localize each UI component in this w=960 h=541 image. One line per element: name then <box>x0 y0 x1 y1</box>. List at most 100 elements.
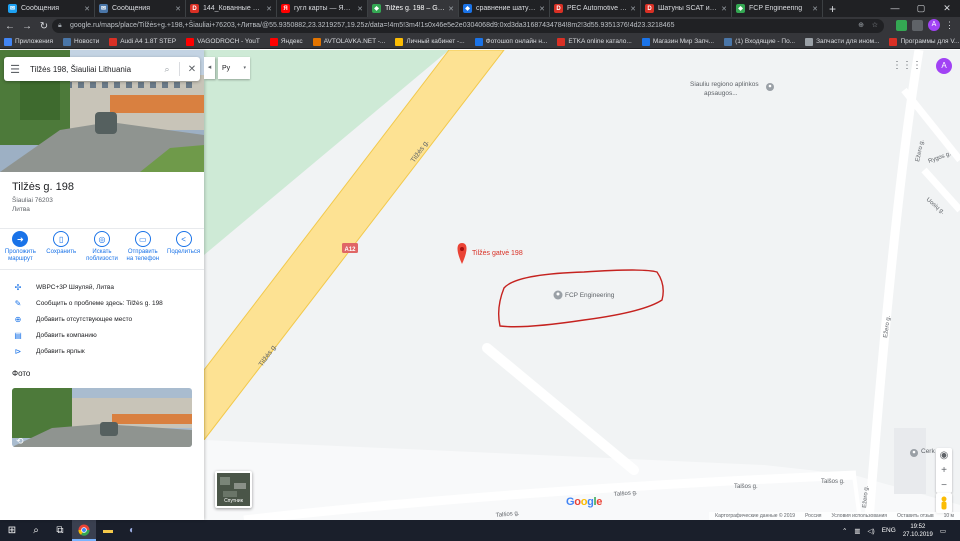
bookmark-item[interactable]: Личный кабинет -... <box>395 37 465 46</box>
minimize-icon[interactable]: — <box>882 0 908 17</box>
env-poi-label-line1[interactable]: Siauliu regiono aplinkos <box>690 81 759 88</box>
keyboard-language[interactable]: ENG <box>882 527 896 534</box>
collapse-panel-button[interactable]: ◂ <box>204 57 215 79</box>
browser-tab[interactable]: Ягугл карты — Яндекс✕ <box>277 0 368 17</box>
maximize-icon[interactable]: ▢ <box>908 0 934 17</box>
satellite-toggle[interactable]: Спутник <box>215 471 252 508</box>
tab-close-icon[interactable]: ✕ <box>448 5 454 13</box>
browser-menu-icon[interactable]: ⋮ <box>945 20 954 31</box>
menu-icon[interactable]: ☰ <box>4 63 26 76</box>
info-row[interactable]: ▤ Добавить компанию <box>0 327 204 343</box>
notifications-icon[interactable]: ▭ <box>940 527 946 535</box>
tab-close-icon[interactable]: ✕ <box>812 5 818 13</box>
tab-close-icon[interactable]: ✕ <box>630 5 636 13</box>
map-footer-item[interactable]: Россия <box>805 512 821 520</box>
chrome-taskbar-icon[interactable] <box>72 520 96 541</box>
tray-chevron-icon[interactable]: ⌃ <box>842 527 847 535</box>
bookmark-item[interactable]: (1) Входящие - По... <box>724 37 795 46</box>
driveway <box>482 343 639 475</box>
tab-close-icon[interactable]: ✕ <box>175 5 181 13</box>
network-icon[interactable]: ▥ <box>854 527 860 535</box>
reload-icon[interactable]: ↻ <box>37 21 51 32</box>
bookmark-item[interactable]: AVTOLAVKA.NET -... <box>312 37 386 46</box>
cerk-poi-label[interactable]: Cerk <box>921 448 935 455</box>
bookmark-item[interactable]: Фотошоп онлайн н... <box>474 37 547 46</box>
clock[interactable]: 19:52 27.10.2019 <box>903 523 933 539</box>
extension-icon[interactable] <box>896 19 907 31</box>
address-line-2: Литва <box>12 206 30 213</box>
task-view-icon[interactable]: ⧉ <box>48 520 72 541</box>
info-row[interactable]: ⊕ Добавить отсутствующее место <box>0 311 204 327</box>
bookmark-item[interactable]: Программы для V... <box>889 37 959 46</box>
browser-tab[interactable]: D PEC Automotive VS Aic✕ <box>550 0 641 17</box>
bookmark-item[interactable]: Запчасти для ином... <box>805 37 879 46</box>
zoom-in-button[interactable]: + <box>936 463 952 478</box>
extension-icon[interactable] <box>912 19 923 31</box>
bookmark-label: AVTOLAVKA.NET -... <box>323 38 386 45</box>
info-row[interactable]: ⊳ Добавить ярлык <box>0 343 204 359</box>
pegman-icon[interactable] <box>936 493 952 513</box>
info-row-label: Добавить отсутствующее место <box>36 315 133 323</box>
profile-avatar[interactable]: A <box>928 19 940 31</box>
action-buttons: ➜ Проложить маршрут ▯ Сохранить ◎ Искать побл… <box>0 228 204 270</box>
account-avatar[interactable]: A <box>936 58 952 74</box>
fcp-poi-label[interactable]: FCP Engineering <box>565 292 614 299</box>
action-bookmark-button[interactable]: ▯ Сохранить <box>42 231 80 269</box>
bookmark-item[interactable]: ETKA online катало... <box>557 37 632 46</box>
tab-close-icon[interactable]: ✕ <box>266 5 272 13</box>
location-icon[interactable]: ⊕ <box>858 19 864 33</box>
bookmark-item[interactable]: Яндекс <box>269 37 303 46</box>
action-directions-button[interactable]: ➜ Проложить маршрут <box>1 231 39 269</box>
browser-tab[interactable]: ◆ сравнение шатунов ✕ <box>459 0 550 17</box>
new-tab-button[interactable]: + <box>829 2 836 16</box>
close-icon[interactable]: ✕ <box>184 64 200 75</box>
search-input[interactable]: Tilžės 198, Šiauliai Lithuania <box>26 65 159 74</box>
tab-close-icon[interactable]: ✕ <box>721 5 727 13</box>
language-dropdown[interactable]: Ру ▾ <box>218 57 250 79</box>
map-canvas[interactable]: A12 Tilžės g. Tilžės g. Ežero g. Ežero g… <box>204 50 960 520</box>
tab-close-icon[interactable]: ✕ <box>84 5 90 13</box>
app-taskbar-icon[interactable]: ◐ <box>120 520 144 541</box>
bookmark-item[interactable]: Новости <box>63 37 99 46</box>
back-icon[interactable]: ← <box>3 21 17 32</box>
browser-tab[interactable]: ◆ Tilžės g. 198 – Google✕ <box>368 0 459 17</box>
info-row[interactable]: ✣ WBPC+3P Шяуляй, Литва <box>0 279 204 295</box>
tab-close-icon[interactable]: ✕ <box>357 5 363 13</box>
browser-tab[interactable]: D Шатуны SCAT и перед✕ <box>641 0 732 17</box>
search-taskbar-icon[interactable]: ⌕ <box>24 520 48 541</box>
map-footer-item[interactable]: Условия использования <box>831 512 887 520</box>
action-share-button[interactable]: < Поделиться <box>165 231 203 269</box>
action-phone-button[interactable]: ▭ Отправить на телефон <box>124 231 162 269</box>
bookmark-item[interactable]: Audi A4 1.8T STEP <box>109 37 176 46</box>
close-window-icon[interactable]: ✕ <box>934 0 960 17</box>
volume-icon[interactable]: ◁) <box>868 527 875 535</box>
address-bar[interactable]: 🔒︎ google.ru/maps/place/Tilžės+g.+198,+Š… <box>52 19 884 33</box>
bookmark-star-icon[interactable]: ☆ <box>872 19 878 33</box>
file-explorer-icon[interactable]: ▬ <box>96 520 120 541</box>
env-poi-label-line2[interactable]: apsaugos... <box>704 90 738 97</box>
apps-grid-icon[interactable]: ⋮⋮⋮ <box>892 60 922 71</box>
zoom-out-button[interactable]: − <box>936 478 952 493</box>
info-row[interactable]: ✎ Сообщить о проблеме здесь: Tilžės g. 19… <box>0 295 204 311</box>
browser-tab[interactable]: D 144_Кованные шатуны✕ <box>186 0 277 17</box>
bookmark-item[interactable]: VAGODROCH - YouT <box>186 37 260 46</box>
bookmark-item[interactable]: Приложения <box>4 37 53 46</box>
tab-close-icon[interactable]: ✕ <box>539 5 545 13</box>
compass-icon[interactable]: ◉ <box>936 448 952 463</box>
search-box[interactable]: ☰ Tilžės 198, Šiauliai Lithuania ⌕ ✕ <box>4 57 200 81</box>
browser-tab[interactable]: ✉ Сообщения ✕ <box>4 0 95 17</box>
browser-tab[interactable]: ✉ Сообщения ✕ <box>95 0 186 17</box>
bookmark-label: Яндекс <box>280 38 303 45</box>
bookmark-item[interactable]: Магазин Мир Запч... <box>641 37 714 46</box>
action-nearby-button[interactable]: ◎ Искать поблизости <box>83 231 121 269</box>
lock-icon[interactable]: 🔒︎ <box>58 19 62 33</box>
road-label-rygos: Rygos g. <box>928 151 953 165</box>
search-icon[interactable]: ⌕ <box>159 64 175 75</box>
map-footer-item[interactable]: Оставить отзыв <box>897 512 934 520</box>
forward-icon[interactable]: → <box>20 21 34 32</box>
photo-thumbnail[interactable]: ⟲ <box>12 388 192 447</box>
windows-start-icon[interactable]: ⊞ <box>0 520 24 541</box>
pin-label[interactable]: Tilžės gatvė 198 <box>472 250 523 257</box>
browser-tab[interactable]: ◆ FCP Engineering ✕ <box>732 0 823 17</box>
nearby-icon: ◎ <box>93 231 110 247</box>
